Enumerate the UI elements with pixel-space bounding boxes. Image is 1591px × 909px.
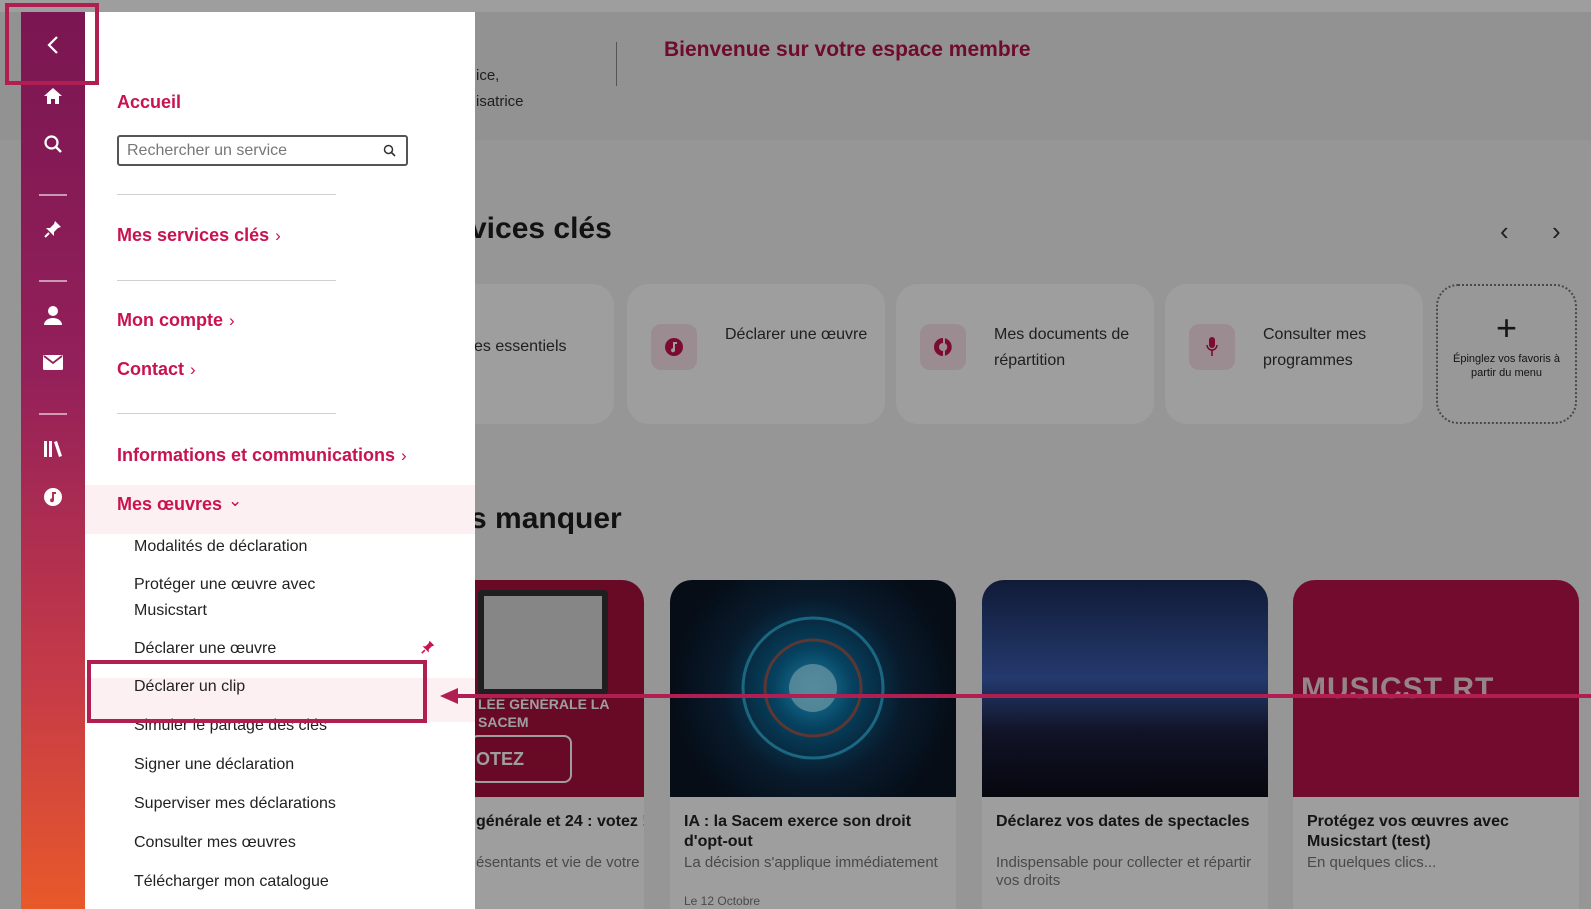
submenu-item-supervise-declarations[interactable]: Superviser mes déclarations: [134, 791, 336, 817]
submenu-item-sign-declaration[interactable]: Signer une déclaration: [134, 752, 294, 778]
annotation-arrow: [440, 688, 1591, 704]
rail-divider: [39, 413, 67, 415]
menu-item-key-services[interactable]: Mes services clés ›: [117, 225, 281, 246]
search-box: [117, 135, 408, 166]
rail-works-button[interactable]: [21, 481, 85, 517]
annotation-highlight-collapse: [5, 3, 99, 85]
chevron-right-icon: ›: [401, 446, 407, 465]
music-note-icon: [43, 487, 63, 512]
submenu-item-protect-musicstart-line2[interactable]: Musicstart: [134, 598, 207, 624]
pin-icon[interactable]: [421, 640, 435, 659]
chevron-right-icon: ›: [229, 311, 235, 330]
rail-contact-button[interactable]: [21, 347, 85, 383]
rail-library-button[interactable]: [21, 433, 85, 469]
menu-item-label: Mes œuvres: [117, 494, 223, 514]
left-rail: [21, 12, 85, 909]
menu-item-home[interactable]: Accueil: [117, 92, 181, 113]
submenu-item-protect-musicstart[interactable]: Protéger une œuvre avec: [134, 572, 315, 598]
menu-divider: [117, 280, 336, 281]
home-icon: [43, 87, 63, 110]
rail-search-button[interactable]: [21, 128, 85, 164]
menu-divider: [117, 413, 336, 414]
menu-item-label: Contact: [117, 359, 184, 379]
submenu-item-declare-work[interactable]: Déclarer une œuvre: [134, 636, 276, 662]
search-input[interactable]: [127, 140, 377, 162]
app-window: ice, isatrice Bienvenue sur votre espace…: [0, 0, 1591, 909]
chevron-down-icon: ⌄: [228, 491, 243, 510]
chevron-right-icon: ›: [275, 226, 281, 245]
menu-divider: [117, 194, 336, 195]
submenu-item-declaration-rules[interactable]: Modalités de déclaration: [134, 534, 307, 560]
chevron-right-icon: ›: [190, 360, 196, 379]
submenu-item-download-catalog[interactable]: Télécharger mon catalogue: [134, 869, 329, 895]
search-icon[interactable]: [383, 144, 396, 162]
user-icon: [43, 305, 63, 330]
rail-divider: [39, 194, 67, 196]
pin-icon: [44, 220, 62, 243]
menu-item-contact[interactable]: Contact ›: [117, 359, 196, 380]
menu-item-label: Mes services clés: [117, 225, 270, 245]
menu-item-info-communications[interactable]: Informations et communications ›: [117, 445, 407, 466]
rail-home-button[interactable]: [21, 80, 85, 116]
rail-divider: [39, 280, 67, 282]
menu-item-works[interactable]: Mes œuvres ⌄: [117, 491, 243, 515]
library-icon: [43, 440, 63, 463]
menu-item-label: Informations et communications: [117, 445, 396, 465]
rail-pinned-button[interactable]: [21, 213, 85, 249]
navigation-menu: Accueil Mes services clés › Mon compte › C…: [85, 12, 475, 909]
mail-icon: [43, 355, 63, 375]
rail-account-button[interactable]: [21, 299, 85, 335]
menu-item-account[interactable]: Mon compte ›: [117, 310, 235, 331]
search-icon: [43, 134, 63, 159]
annotation-highlight-declare-clip: [87, 660, 427, 723]
menu-item-label: Mon compte: [117, 310, 223, 330]
submenu-item-view-works[interactable]: Consulter mes œuvres: [134, 830, 296, 856]
